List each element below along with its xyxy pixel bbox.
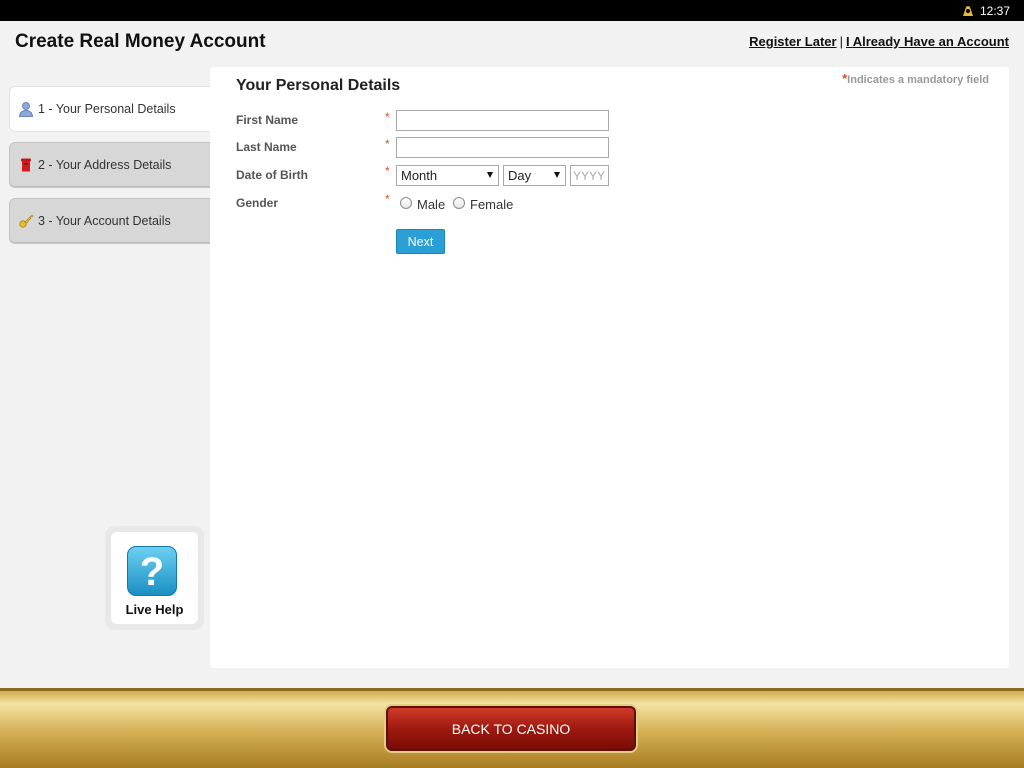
mandatory-note: *Indicates a mandatory field (842, 71, 989, 86)
mandatory-note-text: Indicates a mandatory field (847, 74, 989, 86)
step-label: 2 - Your Address Details (38, 158, 172, 172)
male-label[interactable]: Male (417, 197, 445, 212)
required-marker: * (385, 164, 390, 178)
next-button[interactable]: Next (396, 229, 445, 254)
link-separator: | (839, 34, 843, 49)
already-have-account-link[interactable]: I Already Have an Account (846, 34, 1009, 49)
dropdown-arrow-icon (554, 172, 560, 178)
first-name-input[interactable] (396, 110, 609, 131)
last-name-input[interactable] (396, 137, 609, 158)
day-select-value: Day (508, 168, 532, 183)
step-label: 3 - Your Account Details (38, 214, 171, 228)
female-label[interactable]: Female (470, 197, 513, 212)
step-personal-details[interactable]: 1 - Your Personal Details (9, 86, 211, 132)
required-marker: * (385, 192, 390, 206)
required-marker: * (385, 110, 390, 124)
female-radio[interactable] (453, 197, 465, 209)
key-icon (19, 214, 34, 228)
header-links: Register Later | I Already Have an Account (749, 34, 1009, 49)
page-title: Create Real Money Account (15, 31, 266, 52)
step-label: 1 - Your Personal Details (38, 102, 176, 116)
date-of-birth-label: Date of Birth (236, 168, 308, 182)
live-help-card: ? Live Help (111, 532, 198, 624)
month-select-value: Month (401, 168, 438, 183)
notification-icon (963, 6, 973, 16)
live-help-button[interactable]: ? Live Help (105, 526, 204, 630)
status-bar: 12:37 (0, 0, 1024, 21)
live-help-label: Live Help (125, 602, 184, 617)
first-name-label: First Name (236, 113, 299, 127)
dropdown-arrow-icon (487, 172, 493, 178)
footer-bar: BACK TO CASINO (0, 688, 1024, 768)
day-select[interactable]: Day (503, 165, 566, 186)
year-input[interactable] (570, 165, 609, 186)
required-marker: * (385, 137, 390, 151)
clock: 12:37 (979, 4, 1010, 18)
help-question-icon: ? (127, 546, 177, 596)
postbox-icon (21, 158, 31, 172)
male-radio[interactable] (400, 197, 412, 209)
person-icon (19, 102, 33, 117)
last-name-label: Last Name (236, 140, 297, 154)
back-to-casino-button[interactable]: BACK TO CASINO (386, 706, 636, 751)
gender-label: Gender (236, 196, 279, 210)
register-later-link[interactable]: Register Later (749, 34, 836, 49)
month-select[interactable]: Month (396, 165, 499, 186)
panel-title: Your Personal Details (236, 77, 401, 94)
footer-divider (0, 688, 1024, 691)
personal-details-panel: Your Personal Details *Indicates a manda… (210, 67, 1009, 668)
step-address-details[interactable]: 2 - Your Address Details (9, 142, 211, 188)
step-account-details[interactable]: 3 - Your Account Details (9, 198, 211, 244)
